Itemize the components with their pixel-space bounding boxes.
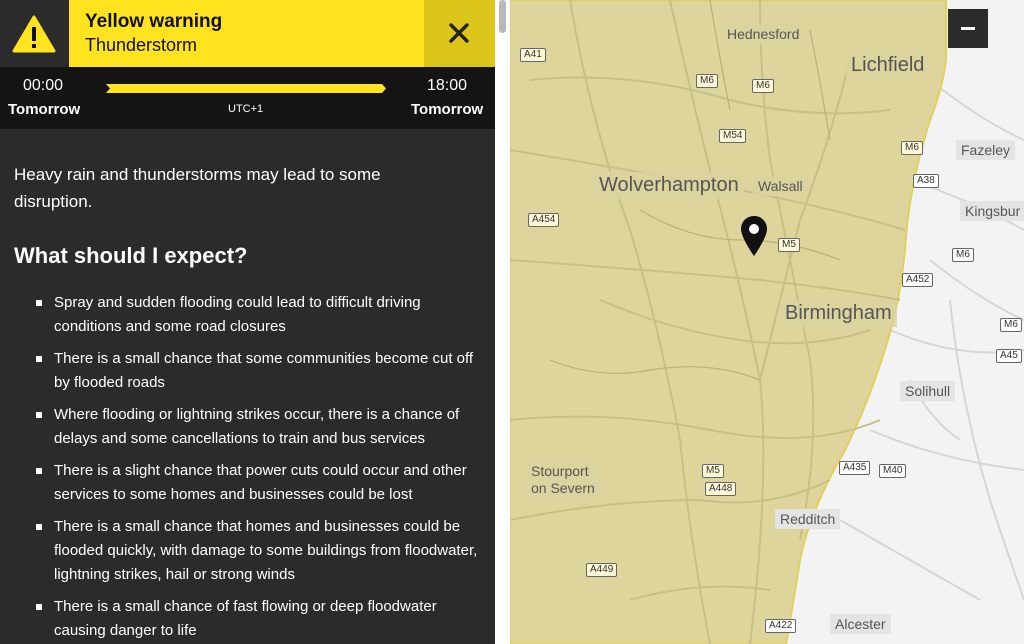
close-button[interactable]: [424, 0, 495, 67]
place-solihull: Solihull: [900, 381, 956, 401]
place-wolverhampton: Wolverhampton: [594, 172, 744, 199]
warning-summary: Heavy rain and thunderstorms may lead to…: [14, 165, 381, 211]
bullet-icon: [36, 300, 42, 306]
list-item: Where flooding or lightning strikes occu…: [14, 403, 484, 451]
road-a448: A448: [705, 482, 737, 496]
road-m5-2: M5: [702, 464, 724, 478]
road-m6-1: M6: [696, 74, 718, 88]
bullet-icon: [36, 356, 42, 362]
bullet-icon: [36, 524, 42, 530]
list-item: There is a slight chance that power cuts…: [14, 459, 484, 507]
place-kingsbury: Kingsbur: [960, 201, 1024, 221]
validity-bar: [106, 84, 386, 93]
list-item-text: Spray and sudden flooding could lead to …: [54, 294, 421, 335]
list-item-text: There is a slight chance that power cuts…: [54, 462, 467, 503]
road-a41: A41: [520, 48, 546, 62]
place-stourport-line2: on Severn: [531, 480, 595, 496]
road-m40: M40: [879, 464, 907, 478]
end-day: Tomorrow: [411, 101, 484, 118]
bullet-icon: [36, 412, 42, 418]
end-time: 18:00: [427, 77, 468, 94]
panel-divider: [495, 0, 510, 644]
road-m6-5: M6: [1000, 318, 1022, 332]
road-a449: A449: [586, 563, 618, 577]
close-icon: [449, 23, 469, 43]
road-a435: A435: [839, 461, 871, 475]
list-item-text: There is a small chance that homes and b…: [54, 518, 478, 583]
minus-icon: [961, 27, 975, 30]
warning-panel: Yellow warning Thunderstorm 00:00 Tomorr…: [0, 0, 495, 644]
road-m6-2: M6: [752, 79, 774, 93]
road-a45: A45: [996, 349, 1022, 363]
place-birmingham: Birmingham: [780, 300, 897, 327]
list-item: There is a small chance of fast flowing …: [14, 595, 484, 643]
zoom-out-button[interactable]: [948, 9, 988, 48]
list-item-text: Where flooding or lightning strikes occu…: [54, 406, 460, 447]
place-hednesford: Hednesford: [722, 24, 805, 44]
map-base: [510, 0, 1024, 644]
road-a452: A452: [902, 273, 934, 287]
warning-header: Yellow warning Thunderstorm: [0, 0, 495, 67]
place-lichfield: Lichfield: [846, 52, 930, 79]
start-time: 00:00: [23, 77, 64, 94]
bullet-icon: [36, 604, 42, 610]
location-pin-icon[interactable]: [740, 215, 768, 257]
warning-level-title: Yellow warning: [85, 11, 223, 32]
road-a422: A422: [765, 619, 797, 633]
place-stourport-line1: Stourport: [531, 463, 589, 479]
warning-triangle-icon: [12, 15, 56, 53]
place-stourport: Stourport on Severn: [526, 461, 600, 499]
scrollbar-thumb[interactable]: [499, 0, 506, 33]
validity-timeline: 00:00 Tomorrow UTC+1 18:00 Tomorrow: [0, 67, 495, 129]
start-day: Tomorrow: [8, 101, 81, 118]
list-item: There is a small chance that some commun…: [14, 347, 484, 395]
road-m6-3: M6: [901, 141, 923, 155]
place-fazeley: Fazeley: [956, 140, 1016, 160]
impact-list: Spray and sudden flooding could lead to …: [14, 291, 484, 644]
place-redditch: Redditch: [775, 509, 841, 529]
warning-icon-box: [0, 0, 69, 67]
road-m6-4: M6: [952, 248, 974, 262]
list-item-text: There is a small chance of fast flowing …: [54, 598, 437, 639]
list-item-text: There is a small chance that some commun…: [54, 350, 474, 391]
list-item: Spray and sudden flooding could lead to …: [14, 291, 484, 339]
road-m54: M54: [719, 129, 747, 143]
road-m5-1: M5: [778, 238, 800, 252]
timezone-label: UTC+1: [228, 103, 264, 115]
place-walsall: Walsall: [753, 176, 808, 196]
warning-type-subtitle: Thunderstorm: [85, 35, 198, 55]
expect-heading: What should I expect?: [14, 243, 248, 268]
list-item: There is a small chance that homes and b…: [14, 515, 484, 587]
road-a454: A454: [528, 213, 560, 227]
warning-map[interactable]: Hednesford Lichfield Fazeley Wolverhampt…: [510, 0, 1024, 644]
road-a38: A38: [913, 174, 939, 188]
bullet-icon: [36, 468, 42, 474]
place-alcester: Alcester: [830, 614, 891, 634]
